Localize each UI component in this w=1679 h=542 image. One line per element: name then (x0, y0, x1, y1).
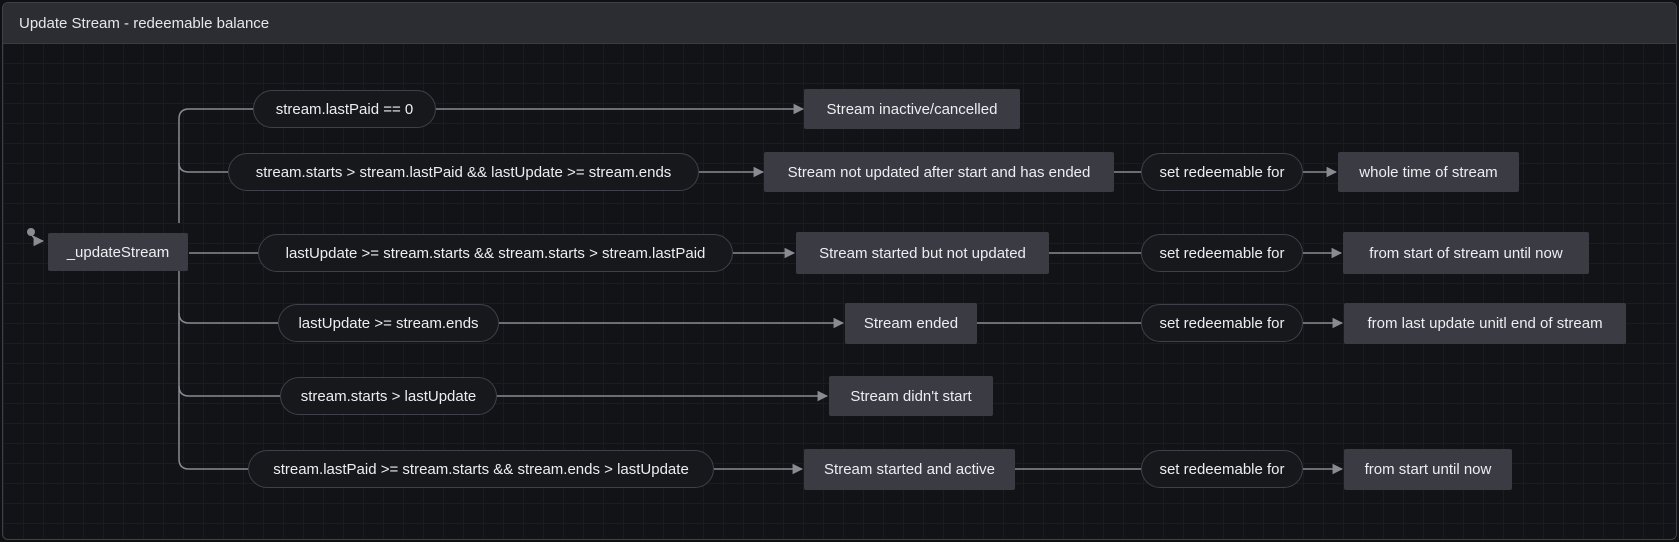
state-stream-inactive[interactable]: Stream inactive/cancelled (804, 89, 1020, 129)
target-whole-time[interactable]: whole time of stream (1338, 152, 1519, 192)
condition-started-active[interactable]: stream.lastPaid >= stream.starts && stre… (248, 450, 714, 488)
target-start-until-now[interactable]: from start of stream until now (1343, 232, 1589, 274)
target-last-update-until-end[interactable]: from last update unitl end of stream (1344, 303, 1626, 344)
action-set-redeemable-2[interactable]: set redeemable for (1141, 234, 1303, 272)
state-started-not-updated[interactable]: Stream started but not updated (796, 232, 1049, 274)
action-set-redeemable-4[interactable]: set redeemable for (1141, 450, 1303, 488)
condition-starts-after-update[interactable]: stream.starts > lastUpdate (280, 377, 497, 415)
condition-last-paid-zero[interactable]: stream.lastPaid == 0 (253, 90, 436, 128)
diagram-canvas: Update Stream - redeemable balance _upda… (2, 2, 1677, 540)
state-started-active[interactable]: Stream started and active (804, 449, 1015, 490)
condition-not-updated-ended[interactable]: stream.starts > stream.lastPaid && lastU… (228, 153, 699, 191)
condition-started-not-updated[interactable]: lastUpdate >= stream.starts && stream.st… (258, 234, 733, 272)
target-start-until-now-active[interactable]: from start until now (1344, 449, 1512, 490)
state-stream-ended[interactable]: Stream ended (845, 303, 977, 344)
condition-stream-ended[interactable]: lastUpdate >= stream.ends (278, 304, 499, 342)
action-set-redeemable-3[interactable]: set redeemable for (1141, 304, 1303, 342)
state-not-updated-ended[interactable]: Stream not updated after start and has e… (764, 152, 1114, 192)
state-didnt-start[interactable]: Stream didn't start (829, 376, 993, 416)
state-update-stream[interactable]: _updateStream (48, 233, 188, 271)
action-set-redeemable-1[interactable]: set redeemable for (1141, 153, 1303, 191)
edge-trunk-down (178, 243, 248, 470)
initial-state-icon (27, 228, 45, 247)
